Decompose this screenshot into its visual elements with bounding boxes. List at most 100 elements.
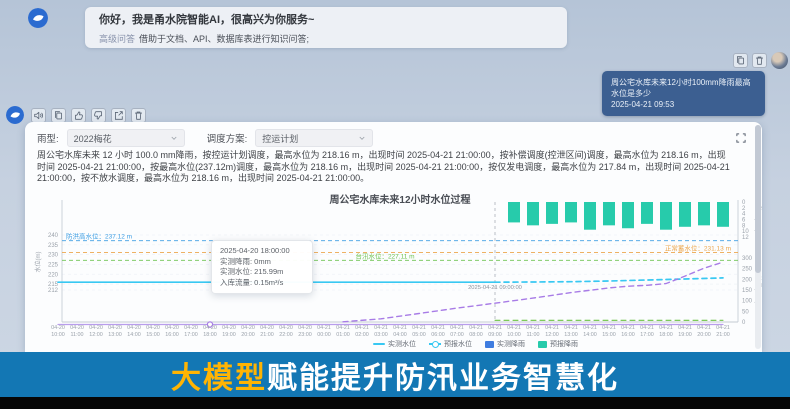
svg-text:04-21: 04-21 [697, 325, 711, 331]
ai-greeting-bubble: 你好，我是甬水院智能AI，很高兴为你服务~ 高级问答借助于文档、API、数据库表… [85, 7, 567, 48]
svg-text:19:00: 19:00 [678, 332, 692, 338]
rain-bar [717, 202, 729, 227]
like-button[interactable] [71, 108, 86, 123]
scrollbar-thumb[interactable] [755, 125, 761, 273]
svg-text:16:00: 16:00 [621, 332, 635, 338]
svg-text:04-21: 04-21 [621, 325, 635, 331]
svg-text:04-21: 04-21 [659, 325, 673, 331]
plan-value: 控运计划 [262, 132, 298, 145]
svg-text:12:00: 12:00 [89, 332, 103, 338]
svg-text:09:00: 09:00 [488, 332, 502, 338]
svg-text:19:00: 19:00 [222, 332, 236, 338]
svg-text:04-21: 04-21 [678, 325, 692, 331]
svg-text:07:00: 07:00 [450, 332, 464, 338]
chart-legend: 实测水位 预报水位 实测降雨 预报降雨 [373, 339, 578, 349]
copy-icon [53, 110, 64, 121]
tooltip-row: 实测水位215.99m [220, 267, 304, 278]
svg-text:14:00: 14:00 [583, 332, 597, 338]
svg-text:22:00: 22:00 [279, 332, 293, 338]
rain-bar [622, 202, 634, 228]
copy-icon [735, 55, 746, 66]
svg-text:水位(m): 水位(m) [34, 252, 42, 273]
svg-text:02:00: 02:00 [355, 332, 369, 338]
rain-bar [698, 202, 710, 225]
svg-text:04-20: 04-20 [222, 325, 236, 331]
svg-text:17:00: 17:00 [640, 332, 654, 338]
ref-line-label: 台汛水位：227.11 m [355, 251, 414, 260]
message-delete-button[interactable] [752, 53, 767, 68]
svg-text:04-21: 04-21 [412, 325, 426, 331]
tooltip-time: 2025-04-20 18:00:00 [220, 246, 304, 257]
svg-text:04-21: 04-21 [583, 325, 597, 331]
chart-svg[interactable]: 2402352302252202152120246810123002502001… [25, 188, 762, 352]
chevron-down-icon [170, 134, 178, 142]
answer-delete-button[interactable] [131, 108, 146, 123]
svg-text:10:00: 10:00 [507, 332, 521, 338]
share-button[interactable] [111, 108, 126, 123]
legend-item-2[interactable]: 实测降雨 [485, 339, 525, 349]
ai-avatar [6, 106, 24, 124]
svg-text:04-21: 04-21 [431, 325, 445, 331]
svg-text:15:00: 15:00 [146, 332, 160, 338]
svg-text:21:00: 21:00 [260, 332, 274, 338]
fullscreen-button[interactable] [733, 130, 748, 145]
qa-mode-tag[interactable]: 高级问答 [99, 34, 135, 44]
greeting-subtitle: 借助于文档、API、数据库表进行知识问答; [139, 34, 309, 44]
share-icon [113, 110, 124, 121]
svg-text:04-20: 04-20 [184, 325, 198, 331]
ref-line-label: 防洪高水位：237.12 m [66, 232, 132, 241]
svg-text:04-21: 04-21 [469, 325, 483, 331]
svg-text:04:00: 04:00 [393, 332, 407, 338]
plan-select[interactable]: 控运计划 [255, 129, 373, 147]
svg-text:50: 50 [742, 309, 749, 315]
rain-type-value: 2022梅花 [74, 132, 112, 145]
svg-text:17:00: 17:00 [184, 332, 198, 338]
svg-text:100: 100 [742, 299, 753, 305]
ref-line-label: 正常蓄水位：231.13 m [665, 243, 731, 252]
svg-text:10:00: 10:00 [51, 332, 65, 338]
svg-text:240: 240 [48, 233, 59, 239]
chevron-down-icon [358, 134, 366, 142]
svg-text:220: 220 [48, 272, 59, 278]
series-预报水位 [495, 278, 723, 282]
svg-text:15:00: 15:00 [602, 332, 616, 338]
svg-text:12: 12 [742, 235, 749, 241]
svg-text:04-21: 04-21 [450, 325, 464, 331]
dislike-button[interactable] [91, 108, 106, 123]
chart-controls: 雨型: 2022梅花 调度方案: 控运计划 [37, 129, 373, 147]
svg-text:200: 200 [742, 277, 753, 283]
svg-text:16:00: 16:00 [165, 332, 179, 338]
rain-type-label: 雨型: [37, 131, 59, 145]
legend-item-0[interactable]: 实测水位 [373, 339, 416, 349]
svg-text:18:00: 18:00 [659, 332, 673, 338]
trash-icon [133, 110, 144, 121]
rain-type-select[interactable]: 2022梅花 [67, 129, 185, 147]
svg-text:03:00: 03:00 [374, 332, 388, 338]
answer-panel: 雨型: 2022梅花 调度方案: 控运计划 周公宅水库未来 12 小时 100.… [25, 122, 762, 352]
svg-text:0: 0 [742, 320, 746, 326]
legend-item-3[interactable]: 预报降雨 [538, 339, 578, 349]
user-message-actions [733, 52, 788, 69]
svg-text:150: 150 [742, 288, 753, 294]
rain-bar [603, 202, 615, 225]
water-level-chart[interactable]: 周公宅水库未来12小时水位过程 240235230225220215212024… [25, 188, 762, 352]
svg-text:12:00: 12:00 [545, 332, 559, 338]
message-copy-button[interactable] [733, 53, 748, 68]
thumbs-down-icon [93, 110, 104, 121]
svg-text:20:00: 20:00 [241, 332, 255, 338]
svg-text:04-20: 04-20 [89, 325, 103, 331]
read-aloud-button[interactable] [31, 108, 46, 123]
rain-bar [527, 202, 539, 225]
rain-bar [565, 202, 577, 222]
svg-text:23:00: 23:00 [298, 332, 312, 338]
svg-text:04-20: 04-20 [146, 325, 160, 331]
answer-copy-button[interactable] [51, 108, 66, 123]
svg-text:00:00: 00:00 [317, 332, 331, 338]
svg-text:04-21: 04-21 [488, 325, 502, 331]
ai-avatar [28, 8, 48, 28]
legend-label: 实测水位 [388, 339, 416, 349]
user-message-text: 周公宅水库未来12小时100mm降雨最高水位是多少 [611, 77, 756, 99]
legend-item-1[interactable]: 预报水位 [429, 339, 472, 349]
divider-label: 2025-04-21 09:00:00 [468, 285, 522, 291]
legend-label: 预报降雨 [550, 339, 578, 349]
